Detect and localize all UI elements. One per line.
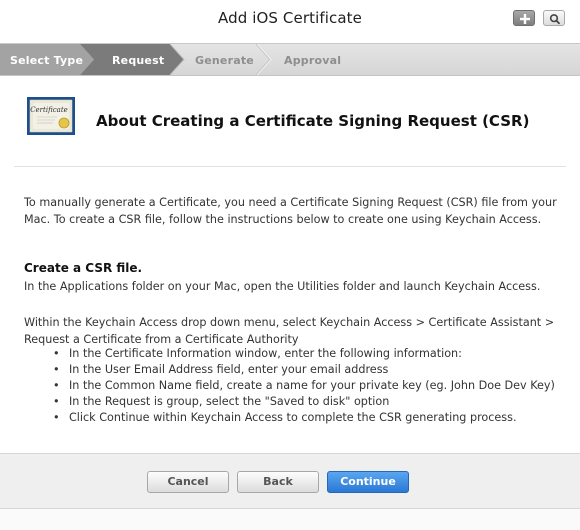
menu-instructions: Within the Keychain Access drop down men…	[24, 316, 555, 346]
section-text: In the Applications folder on your Mac, …	[24, 280, 541, 293]
heading-divider	[14, 166, 566, 167]
list-item: Click Continue within Keychain Access to…	[24, 410, 564, 426]
search-button[interactable]	[543, 10, 565, 26]
section-title: Create a CSR file.	[24, 261, 143, 275]
step-select-type: Select Type	[10, 54, 84, 67]
add-button[interactable]	[513, 10, 535, 26]
list-item: In the Common Name field, create a name …	[24, 378, 564, 394]
step-generate: Generate	[195, 54, 254, 67]
window-header: Add iOS Certificate	[0, 0, 580, 43]
step-progress-bar: Select Type Request Generate Approval	[0, 43, 580, 76]
footer-bar: Cancel Back Continue	[0, 453, 580, 509]
back-button[interactable]: Back	[237, 471, 319, 493]
list-item: In the Request is group, select the "Sav…	[24, 394, 564, 410]
step-approval: Approval	[284, 54, 342, 67]
bottom-strip	[0, 509, 580, 530]
plus-icon	[520, 14, 530, 24]
page-title: About Creating a Certificate Signing Req…	[96, 112, 530, 130]
cancel-button[interactable]: Cancel	[147, 471, 229, 493]
svg-text:Certificate: Certificate	[30, 106, 68, 114]
intro-text: To manually generate a Certificate, you …	[24, 196, 557, 226]
certificate-icon: Certificate	[27, 97, 75, 135]
search-icon	[549, 14, 560, 25]
continue-button[interactable]: Continue	[327, 471, 409, 493]
list-item: In the Certificate Information window, e…	[24, 346, 564, 362]
instructions-list: In the Certificate Information window, e…	[24, 346, 564, 426]
list-item: In the User Email Address field, enter y…	[24, 362, 564, 378]
window-title: Add iOS Certificate	[218, 9, 362, 27]
step-request: Request	[112, 54, 165, 67]
